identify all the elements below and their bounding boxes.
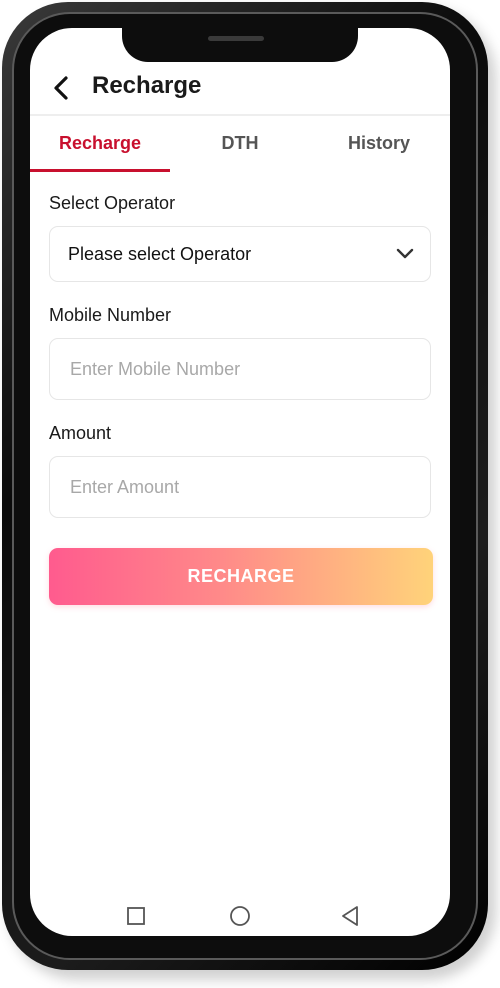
chevron-down-icon bbox=[396, 248, 414, 259]
back-arrow-icon[interactable] bbox=[50, 74, 74, 102]
amount-label: Amount bbox=[49, 423, 112, 443]
header-divider bbox=[30, 114, 450, 116]
home-icon[interactable] bbox=[228, 904, 252, 928]
tab-bar: Recharge DTH History bbox=[30, 118, 450, 172]
recharge-button[interactable]: RECHARGE bbox=[49, 548, 433, 605]
app-header: Recharge bbox=[30, 64, 450, 112]
amount-input[interactable] bbox=[68, 475, 402, 499]
tab-history[interactable]: History bbox=[310, 118, 450, 172]
phone-notch bbox=[122, 28, 358, 62]
android-nav-bar bbox=[30, 900, 450, 932]
mobile-number-label: Mobile Number bbox=[49, 305, 172, 325]
speaker-grille bbox=[208, 36, 264, 41]
operator-select-value: Please select Operator bbox=[68, 243, 252, 264]
page-title: Recharge bbox=[92, 72, 202, 99]
operator-label: Select Operator bbox=[49, 193, 176, 213]
amount-field bbox=[49, 456, 431, 518]
tab-recharge[interactable]: Recharge bbox=[30, 118, 170, 172]
operator-select[interactable]: Please select Operator bbox=[49, 226, 431, 282]
mobile-number-field bbox=[49, 338, 431, 400]
recent-apps-icon[interactable] bbox=[124, 904, 148, 928]
mobile-number-input[interactable] bbox=[68, 357, 402, 381]
app-screen: Recharge Recharge DTH History Select Ope… bbox=[30, 28, 450, 936]
back-triangle-icon[interactable] bbox=[338, 904, 362, 928]
tab-dth[interactable]: DTH bbox=[170, 118, 310, 172]
